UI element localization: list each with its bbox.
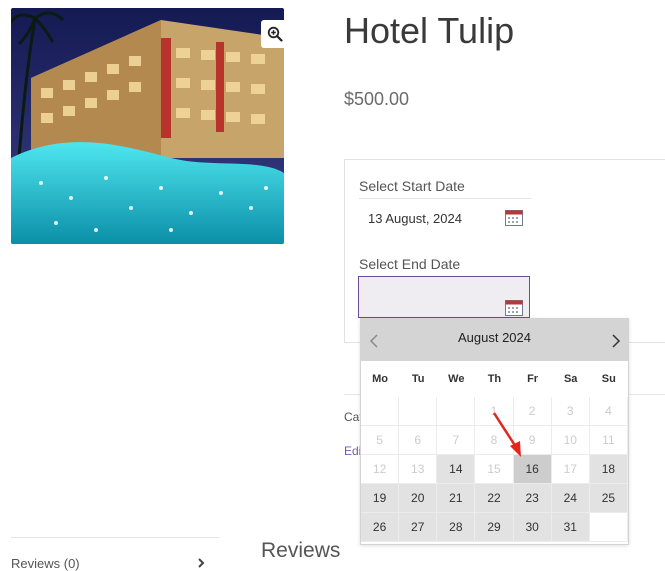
day-29[interactable]: 29 <box>475 513 514 542</box>
start-date-label: Select Start Date <box>359 178 465 194</box>
day-5: 5 <box>361 426 400 455</box>
divider <box>11 537 219 538</box>
weekday-label: We <box>448 373 465 385</box>
weekday-label: Sa <box>563 373 578 385</box>
product-image[interactable] <box>11 8 284 244</box>
start-date-input[interactable]: 13 August, 2024 <box>368 211 462 226</box>
reviews-heading: Reviews <box>261 539 341 562</box>
magnifier-plus-icon <box>267 26 283 42</box>
day-1: 1 <box>475 397 514 426</box>
product-price: $500.00 <box>344 89 410 109</box>
day-4: 4 <box>589 397 628 426</box>
zoom-button[interactable] <box>261 20 289 48</box>
day-3: 3 <box>551 397 590 426</box>
datepicker-month: August 2024 <box>457 330 531 345</box>
day-30[interactable]: 30 <box>513 513 552 542</box>
day-16[interactable]: 16 <box>513 455 552 484</box>
weekday-label: Mo <box>372 373 388 385</box>
weekday-label: Fr <box>527 373 539 385</box>
day-22[interactable]: 22 <box>475 484 514 513</box>
tab-reviews[interactable]: Reviews (0) <box>11 556 80 571</box>
day-21[interactable]: 21 <box>437 484 476 513</box>
weekday-label: Th <box>487 373 502 385</box>
divider <box>359 198 531 199</box>
datepicker-header: August 2024 <box>361 319 628 361</box>
day-11: 11 <box>589 426 628 455</box>
product-title: Hotel Tulip <box>344 10 515 51</box>
chevron-right-icon[interactable] <box>609 332 623 350</box>
day-12: 12 <box>361 455 400 484</box>
day-27[interactable]: 27 <box>399 513 438 542</box>
day-18[interactable]: 18 <box>589 455 628 484</box>
day-9: 9 <box>513 426 552 455</box>
day-20[interactable]: 20 <box>399 484 438 513</box>
day-13: 13 <box>399 455 438 484</box>
weekday-label: Su <box>601 373 616 385</box>
day-7: 7 <box>437 426 476 455</box>
day-10: 10 <box>551 426 590 455</box>
day-15: 15 <box>475 455 514 484</box>
chevron-right-icon <box>198 558 205 568</box>
datepicker: August 2024 Mo Tu We Th Fr Sa Su 1 2 3 4 5 6 7 8 9 10 11… <box>360 318 629 545</box>
calendar-icon[interactable] <box>505 209 523 226</box>
day-23[interactable]: 23 <box>513 484 552 513</box>
day-8: 8 <box>475 426 514 455</box>
day-24[interactable]: 24 <box>551 484 590 513</box>
calendar-icon[interactable] <box>505 299 523 316</box>
day-26[interactable]: 26 <box>361 513 400 542</box>
day-2: 2 <box>513 397 552 426</box>
day-25[interactable]: 25 <box>589 484 628 513</box>
weekday-label: Tu <box>411 373 425 385</box>
end-date-label: Select End Date <box>359 256 461 272</box>
day-empty <box>589 513 628 542</box>
day-empty <box>361 397 400 426</box>
day-empty <box>399 397 438 426</box>
edit-link[interactable]: Edi <box>344 444 361 458</box>
day-6: 6 <box>399 426 438 455</box>
day-17: 17 <box>551 455 590 484</box>
day-14[interactable]: 14 <box>437 455 476 484</box>
day-grid: 1 2 3 4 5 6 7 8 9 10 11 12 13 14 15 16 17 18 19 20 21 22 23 24 2… <box>361 397 628 542</box>
day-31[interactable]: 31 <box>551 513 590 542</box>
day-empty <box>437 397 476 426</box>
day-19[interactable]: 19 <box>361 484 400 513</box>
weekday-row: Mo Tu We Th Fr Sa Su <box>361 361 628 397</box>
day-28[interactable]: 28 <box>437 513 476 542</box>
